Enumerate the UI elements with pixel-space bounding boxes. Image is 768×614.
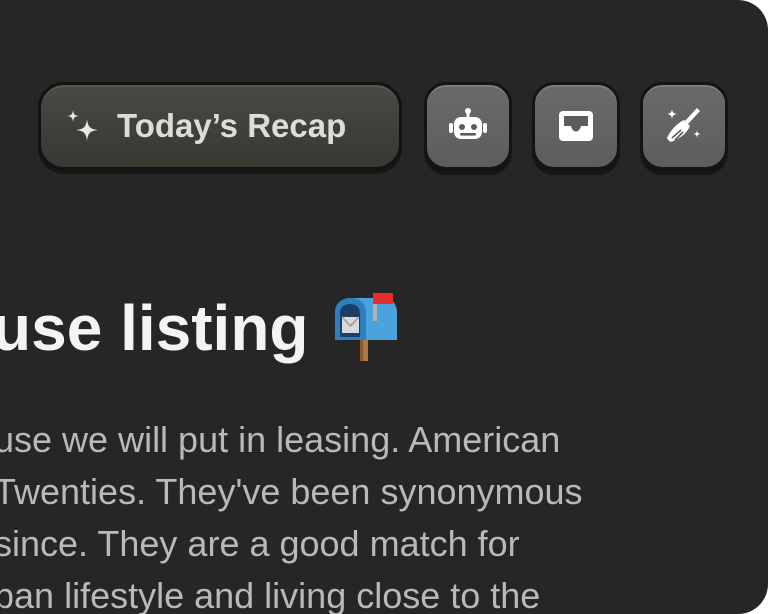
body-line: Twenties. They've been synonymous bbox=[0, 471, 583, 512]
inbox-button[interactable] bbox=[532, 82, 620, 170]
recap-label: Today’s Recap bbox=[117, 107, 347, 144]
toolbar: Today’s Recap bbox=[38, 82, 732, 174]
body-line: use we will put in leasing. American bbox=[0, 419, 561, 460]
body-line: since. They are a good match for bbox=[0, 523, 520, 564]
robot-icon bbox=[447, 105, 489, 147]
clean-up-button[interactable] bbox=[640, 82, 728, 170]
inbox-icon bbox=[555, 105, 597, 147]
assistant-button[interactable] bbox=[424, 82, 512, 170]
document-title: use listing bbox=[0, 288, 399, 368]
app-window: Today’s Recap use listing use we will pu… bbox=[0, 0, 768, 614]
body-line: pan lifestyle and living close to the bbox=[0, 575, 541, 614]
mailbox-icon bbox=[329, 293, 399, 363]
document-title-text: use listing bbox=[0, 292, 309, 364]
todays-recap-button[interactable]: Today’s Recap bbox=[38, 82, 402, 170]
broom-sparkle-icon bbox=[663, 105, 705, 147]
sparkles-icon bbox=[63, 107, 103, 147]
